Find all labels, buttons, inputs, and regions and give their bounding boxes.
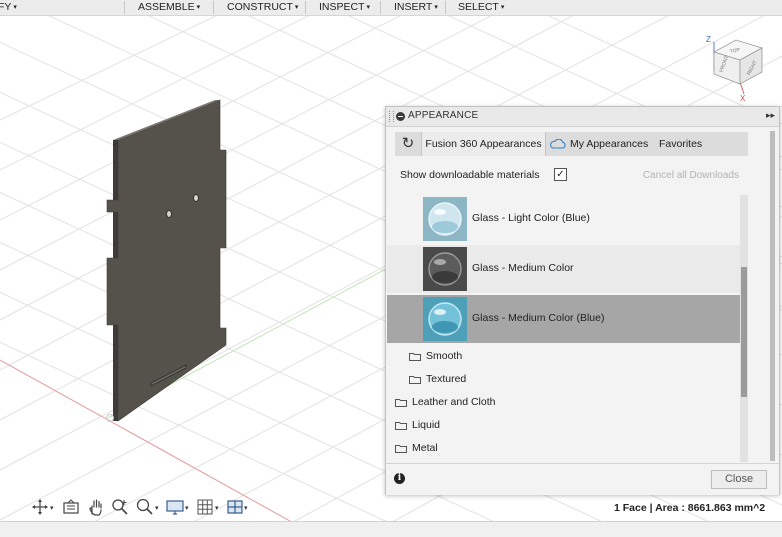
- show-downloadable-label: Show downloadable materials: [400, 169, 540, 181]
- panel-scrollbar-thumb[interactable]: [770, 131, 775, 461]
- show-downloadable-checkbox[interactable]: ✓: [554, 168, 567, 181]
- display-caret-icon[interactable]: ▾: [185, 504, 189, 512]
- origin-point: [106, 414, 114, 422]
- folder-icon: [409, 353, 421, 361]
- folder-label: Textured: [426, 373, 467, 385]
- folder-label: Metal: [412, 442, 438, 454]
- top-toolbar: FY ▾ ASSEMBLE ▾ CONSTRUCT ▾ INSPECT ▾ INSERT…: [0, 0, 782, 16]
- folder-label: Smooth: [426, 350, 463, 362]
- material-row[interactable]: Glass - Light Color (Blue): [387, 195, 747, 243]
- drag-grip-icon[interactable]: [389, 111, 394, 122]
- menu-modify[interactable]: FY ▾: [0, 0, 17, 15]
- tab-my-appearances[interactable]: My Appearances: [550, 132, 660, 156]
- menu-inspect[interactable]: INSPECT ▾: [319, 0, 370, 15]
- zoom-window-icon[interactable]: [135, 497, 155, 517]
- material-label: Glass - Medium Color (Blue): [472, 312, 605, 324]
- mount-hole-2: [193, 194, 199, 202]
- panel-title: APPEARANCE: [408, 110, 479, 121]
- navigation-toolbar: ▾ ▾ ▾ ▾ ▾: [30, 497, 256, 519]
- cancel-all-downloads-link[interactable]: Cancel all Downloads: [643, 170, 739, 181]
- selection-measure-info: 1 Face | Area : 8661.863 mm^2: [614, 502, 766, 514]
- material-row-selected[interactable]: Glass - Medium Color (Blue): [387, 295, 747, 343]
- tab-favorites[interactable]: Favorites: [659, 132, 709, 156]
- viewports-caret-icon[interactable]: ▾: [244, 504, 248, 512]
- zoom-icon[interactable]: [110, 497, 130, 517]
- pan-icon[interactable]: [86, 497, 106, 517]
- refresh-icon[interactable]: ↻: [395, 132, 422, 156]
- look-at-icon[interactable]: [61, 497, 81, 517]
- tab-my-appearances-label: My Appearances: [570, 138, 649, 150]
- panel-footer: i Close: [386, 463, 779, 495]
- material-label: Glass - Light Color (Blue): [472, 212, 590, 224]
- menu-assemble[interactable]: ASSEMBLE ▾: [138, 0, 200, 15]
- folder-item-leather-and-cloth[interactable]: Leather and Cloth: [395, 393, 695, 413]
- grid-caret-icon[interactable]: ▾: [215, 504, 219, 512]
- folder-label: Leather and Cloth: [412, 396, 496, 408]
- materials-scrollbar-thumb[interactable]: [741, 267, 747, 397]
- toolbar-separator: [445, 1, 446, 14]
- appearance-panel[interactable]: APPEARANCE ▸▸ ↻ Fusion 360 Appearances M…: [385, 106, 780, 495]
- material-label: Glass - Medium Color: [472, 262, 574, 274]
- menu-insert[interactable]: INSERT ▾: [394, 0, 438, 15]
- axis-x-label: X: [740, 94, 746, 102]
- orbit-icon[interactable]: [30, 497, 50, 517]
- folder-icon: [395, 422, 407, 430]
- zoom-caret-icon[interactable]: ▾: [155, 504, 159, 512]
- folder-item-metal[interactable]: Metal: [395, 439, 695, 459]
- folder-icon: [395, 445, 407, 453]
- collapse-icon[interactable]: [396, 112, 405, 121]
- panel-header[interactable]: APPEARANCE ▸▸: [386, 107, 779, 127]
- info-icon[interactable]: i: [394, 473, 405, 484]
- materials-list[interactable]: Glass - Light Color (Blue) Glass - Mediu…: [387, 195, 747, 462]
- menu-select[interactable]: SELECT ▾: [458, 0, 504, 15]
- slab-face: [106, 99, 227, 422]
- toolbar-separator: [305, 1, 306, 14]
- status-bar: [0, 521, 782, 537]
- folder-item-smooth[interactable]: Smooth: [409, 347, 709, 367]
- display-settings-icon[interactable]: [165, 497, 185, 517]
- menu-construct[interactable]: CONSTRUCT ▾: [227, 0, 298, 15]
- material-row[interactable]: Glass - Medium Color: [387, 245, 747, 293]
- expand-panel-icon[interactable]: ▸▸: [766, 110, 775, 121]
- library-tabs: ↻ Fusion 360 Appearances My Appearances …: [395, 132, 748, 156]
- toolbar-separator: [213, 1, 214, 14]
- folder-icon: [409, 376, 421, 384]
- mount-hole-1: [166, 210, 172, 218]
- glass-gray-swatch-icon: [423, 247, 467, 291]
- folder-item-liquid[interactable]: Liquid: [395, 416, 695, 436]
- close-button[interactable]: Close: [711, 470, 767, 489]
- slab-body[interactable]: [106, 99, 227, 422]
- viewports-icon[interactable]: [225, 497, 245, 517]
- grid-settings-icon[interactable]: [195, 497, 215, 517]
- folder-item-textured[interactable]: Textured: [409, 370, 709, 390]
- orbit-caret-icon[interactable]: ▾: [50, 504, 54, 512]
- glass-blue-light-swatch-icon: [423, 197, 467, 241]
- folder-label: Liquid: [412, 419, 441, 431]
- axis-z-label: Z: [706, 35, 711, 44]
- materials-scrollbar[interactable]: [740, 195, 748, 462]
- folder-icon: [395, 399, 407, 407]
- tab-fusion-360-appearances[interactable]: Fusion 360 Appearances: [422, 132, 546, 156]
- toolbar-separator: [380, 1, 381, 14]
- panel-scrollbar[interactable]: [770, 131, 776, 461]
- cloud-icon: [550, 139, 566, 149]
- toolbar-separator: [124, 1, 125, 14]
- glass-blue-medium-swatch-icon: [423, 297, 467, 341]
- viewcube[interactable]: Z X TOP FRONT RIGHT: [700, 30, 778, 102]
